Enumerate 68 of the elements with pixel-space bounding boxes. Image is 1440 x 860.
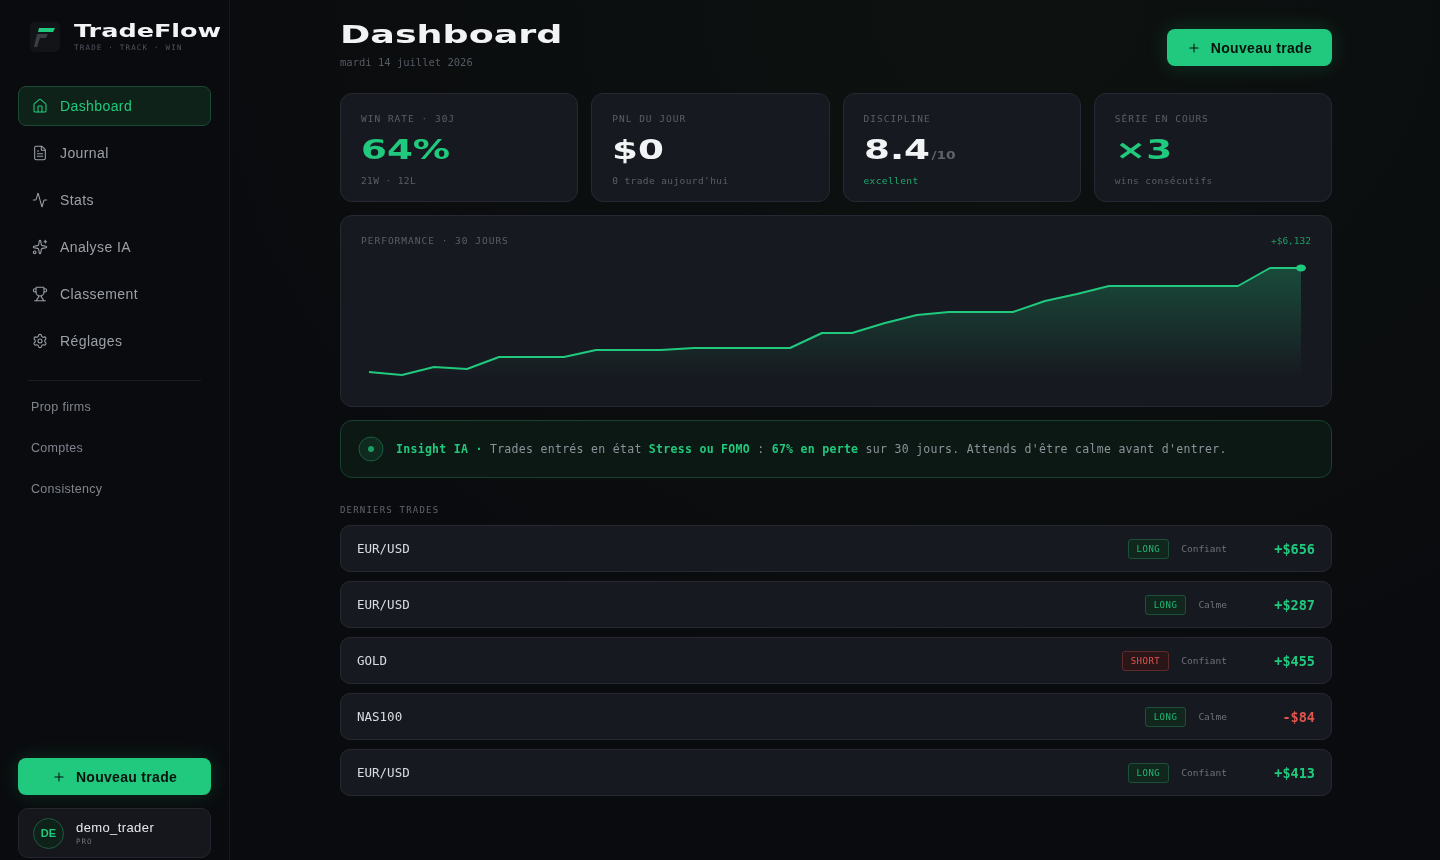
plus-icon — [51, 769, 66, 784]
document-icon — [32, 145, 48, 161]
sidebar-link[interactable]: Prop firms — [31, 397, 211, 417]
chart-title: PERFORMANCE · 30 JOURS — [361, 235, 509, 246]
direction-tag: LONG — [1127, 762, 1170, 783]
stat-caption: 0 trade aujourd'hui — [612, 175, 729, 186]
page-date: mardi 14 juillet 2026 — [340, 56, 473, 68]
stat-label: DISCIPLINE — [863, 113, 931, 124]
stat-value: 64% — [361, 134, 451, 166]
user-name: demo_trader — [76, 820, 155, 835]
trade-mood: Calme — [1198, 599, 1227, 610]
trade-mood: Confiant — [1181, 767, 1227, 778]
pulse-icon — [32, 192, 48, 208]
stat-caption: wins consécutifs — [1114, 175, 1213, 186]
trade-pair: NAS100 — [357, 709, 403, 724]
direction-tag: LONG — [1144, 594, 1187, 615]
trade-row[interactable]: NAS100 LONG Calme -$84 — [340, 693, 1332, 740]
trade-row[interactable]: GOLD SHORT Confiant +$455 — [340, 637, 1332, 684]
trade-mood: Confiant — [1181, 543, 1227, 554]
f-logo-icon — [30, 22, 60, 52]
settings-icon — [32, 333, 48, 349]
plus-icon — [1186, 40, 1201, 55]
direction-tag: LONG — [1127, 538, 1170, 559]
sparkle-icon — [32, 239, 48, 255]
stat-value: 8.4 — [863, 134, 930, 166]
stat-label: WIN RATE · 30J — [361, 113, 456, 124]
trade-pnl: +$656 — [1274, 540, 1315, 557]
sidebar-link[interactable]: Consistency — [31, 479, 211, 499]
stat-label: PNL DU JOUR — [612, 113, 687, 124]
sidebar-link[interactable]: Comptes — [31, 438, 211, 458]
trade-pnl: -$84 — [1282, 708, 1315, 725]
trade-mood: Calme — [1198, 711, 1227, 722]
direction-tag: SHORT — [1121, 650, 1170, 671]
trade-row[interactable]: EUR/USD LONG Confiant +$413 — [340, 749, 1332, 796]
brand-name: TradeFlow — [74, 22, 222, 40]
new-trade-button[interactable]: Nouveau trade — [18, 758, 211, 795]
home-icon — [32, 98, 48, 114]
chart-total: +$6,132 — [1270, 235, 1311, 246]
nav-item[interactable]: Stats — [18, 180, 211, 220]
nav-item[interactable]: Journal — [18, 133, 211, 173]
trade-mood: Confiant — [1181, 655, 1227, 666]
stat-caption: excellent — [863, 175, 919, 186]
nav-item[interactable]: Analyse IA — [18, 227, 211, 267]
stat-caption: 21W · 12L — [361, 175, 417, 186]
trophy-icon — [32, 286, 48, 302]
direction-tag: LONG — [1144, 706, 1187, 727]
stat-suffix: /10 — [930, 150, 956, 161]
page-title: Dashboard — [340, 22, 563, 48]
nav-item[interactable]: Dashboard — [18, 86, 211, 126]
section-label: DERNIERS TRADES — [340, 505, 440, 515]
trade-pair: GOLD — [357, 653, 388, 668]
stat-label: SÉRIE EN COURS — [1114, 113, 1209, 124]
nav-item[interactable]: Réglages — [18, 321, 211, 361]
trade-pnl: +$455 — [1274, 652, 1315, 669]
trade-pair: EUR/USD — [357, 541, 410, 556]
user-avatar: DE — [33, 817, 64, 849]
trade-pair: EUR/USD — [357, 597, 410, 612]
insight-text: Insight IA · Trades entrés en état Stress ou FOMO : 67% en perte sur 30 jours. Attends d'être calme avant d'entrer. — [396, 442, 1227, 456]
trade-pnl: +$413 — [1274, 764, 1315, 781]
trade-row[interactable]: EUR/USD LONG Confiant +$656 — [340, 525, 1332, 572]
trade-row[interactable]: EUR/USD LONG Calme +$287 — [340, 581, 1332, 628]
trade-pair: EUR/USD — [357, 765, 410, 780]
stat-value: ×3 — [1114, 134, 1172, 166]
stat-value: $0 — [612, 134, 665, 166]
trade-pnl: +$287 — [1274, 596, 1315, 613]
insight-dot-icon — [358, 436, 384, 462]
new-trade-button[interactable]: Nouveau trade — [1166, 29, 1332, 66]
nav-item[interactable]: Classement — [18, 274, 211, 314]
